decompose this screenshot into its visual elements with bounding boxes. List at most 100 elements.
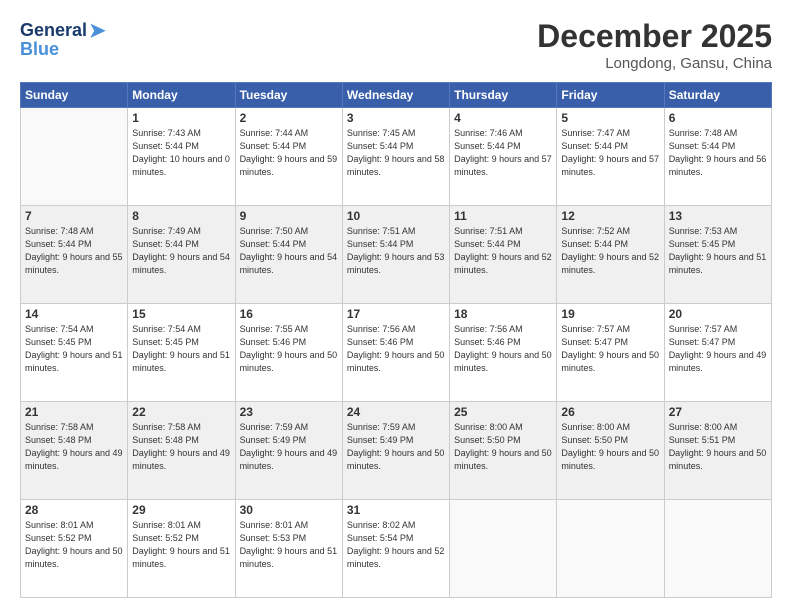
day-number: 5 [561,111,659,125]
table-cell: 25Sunrise: 8:00 AM Sunset: 5:50 PM Dayli… [450,402,557,500]
table-cell: 22 Sunrise: 7:58 AM Sunset: 5:48 PM Dayli… [128,402,235,500]
table-cell: 5 Sunrise: 7:47 AM Sunset: 5:44 PM Daylig… [557,108,664,206]
table-cell: 14 Sunrise: 7:54 AM Sunset: 5:45 PM Dayli… [21,304,128,402]
table-cell [450,500,557,598]
day-info: Sunrise: 8:00 AM Sunset: 5:51 PM Dayligh… [669,421,767,473]
day-info: Sunrise: 8:00 AM Sunset: 5:50 PM Dayligh… [561,421,659,473]
table-cell: 19 Sunrise: 7:57 AM Sunset: 5:47 PM Dayli… [557,304,664,402]
day-info: Sunrise: 7:58 AM Sunset: 5:48 PM Dayligh… [132,421,230,473]
day-number: 30 [240,503,338,517]
logo: General➤ Blue [20,18,106,60]
day-info: Sunrise: 7:50 AM Sunset: 5:44 PM Dayligh… [240,225,338,277]
day-number: 11 [454,209,552,223]
day-number: 6 [669,111,767,125]
day-info: Sunrise: 7:54 AM Sunset: 5:45 PM Dayligh… [25,323,123,375]
day-number: 1 [132,111,230,125]
title-block: December 2025 Longdong, Gansu, China [537,18,772,72]
table-cell: 2 Sunrise: 7:44 AM Sunset: 5:44 PM Daylig… [235,108,342,206]
col-monday: Monday [128,83,235,108]
calendar-header-row: Sunday Monday Tuesday Wednesday Thursday… [21,83,772,108]
day-number: 10 [347,209,445,223]
day-info: Sunrise: 7:59 AM Sunset: 5:49 PM Dayligh… [240,421,338,473]
table-cell: 29Sunrise: 8:01 AM Sunset: 5:52 PM Dayli… [128,500,235,598]
logo-bird-icon: ➤ [89,18,106,43]
table-cell: 1 Sunrise: 7:43 AM Sunset: 5:44 PM Daylig… [128,108,235,206]
logo-blue: Blue [20,39,59,60]
day-number: 21 [25,405,123,419]
day-info: Sunrise: 7:48 AM Sunset: 5:44 PM Dayligh… [25,225,123,277]
day-info: Sunrise: 7:54 AM Sunset: 5:45 PM Dayligh… [132,323,230,375]
day-number: 31 [347,503,445,517]
table-cell: 23 Sunrise: 7:59 AM Sunset: 5:49 PM Dayli… [235,402,342,500]
table-cell: 21 Sunrise: 7:58 AM Sunset: 5:48 PM Dayli… [21,402,128,500]
page: General➤ Blue December 2025 Longdong, Ga… [0,0,792,612]
day-info: Sunrise: 8:01 AM Sunset: 5:52 PM Dayligh… [25,519,123,571]
day-number: 14 [25,307,123,321]
day-number: 4 [454,111,552,125]
calendar-week-row: 28 Sunrise: 8:01 AM Sunset: 5:52 PM Dayli… [21,500,772,598]
day-number: 17 [347,307,445,321]
day-number: 27 [669,405,767,419]
table-cell: 12 Sunrise: 7:52 AM Sunset: 5:44 PM Dayli… [557,206,664,304]
calendar-week-row: 1 Sunrise: 7:43 AM Sunset: 5:44 PM Daylig… [21,108,772,206]
day-info: Sunrise: 7:48 AM Sunset: 5:44 PM Dayligh… [669,127,767,179]
day-info: Sunrise: 7:57 AM Sunset: 5:47 PM Dayligh… [561,323,659,375]
day-info: Sunrise: 7:59 AM Sunset: 5:49 PM Dayligh… [347,421,445,473]
table-cell: 6 Sunrise: 7:48 AM Sunset: 5:44 PM Daylig… [664,108,771,206]
table-cell: 27 Sunrise: 8:00 AM Sunset: 5:51 PM Dayli… [664,402,771,500]
day-info: Sunrise: 7:44 AM Sunset: 5:44 PM Dayligh… [240,127,338,179]
day-number: 8 [132,209,230,223]
table-cell [557,500,664,598]
day-number: 19 [561,307,659,321]
day-info: Sunrise: 7:51 AM Sunset: 5:44 PM Dayligh… [347,225,445,277]
day-number: 7 [25,209,123,223]
day-number: 25 [454,405,552,419]
table-cell: 26Sunrise: 8:00 AM Sunset: 5:50 PM Dayli… [557,402,664,500]
day-number: 12 [561,209,659,223]
day-number: 20 [669,307,767,321]
day-number: 18 [454,307,552,321]
day-number: 22 [132,405,230,419]
day-info: Sunrise: 8:01 AM Sunset: 5:52 PM Dayligh… [132,519,230,571]
calendar-week-row: 7 Sunrise: 7:48 AM Sunset: 5:44 PM Daylig… [21,206,772,304]
day-number: 28 [25,503,123,517]
day-info: Sunrise: 7:45 AM Sunset: 5:44 PM Dayligh… [347,127,445,179]
day-info: Sunrise: 8:02 AM Sunset: 5:54 PM Dayligh… [347,519,445,571]
day-info: Sunrise: 7:43 AM Sunset: 5:44 PM Dayligh… [132,127,230,179]
col-sunday: Sunday [21,83,128,108]
col-tuesday: Tuesday [235,83,342,108]
calendar-table: Sunday Monday Tuesday Wednesday Thursday… [20,82,772,598]
table-cell: 4 Sunrise: 7:46 AM Sunset: 5:44 PM Daylig… [450,108,557,206]
day-number: 23 [240,405,338,419]
table-cell: 28 Sunrise: 8:01 AM Sunset: 5:52 PM Dayli… [21,500,128,598]
day-info: Sunrise: 7:58 AM Sunset: 5:48 PM Dayligh… [25,421,123,473]
calendar-week-row: 14 Sunrise: 7:54 AM Sunset: 5:45 PM Dayli… [21,304,772,402]
table-cell: 31 Sunrise: 8:02 AM Sunset: 5:54 PM Dayli… [342,500,449,598]
day-number: 9 [240,209,338,223]
table-cell: 17Sunrise: 7:56 AM Sunset: 5:46 PM Dayli… [342,304,449,402]
day-info: Sunrise: 8:01 AM Sunset: 5:53 PM Dayligh… [240,519,338,571]
table-cell: 7 Sunrise: 7:48 AM Sunset: 5:44 PM Daylig… [21,206,128,304]
calendar-week-row: 21 Sunrise: 7:58 AM Sunset: 5:48 PM Dayli… [21,402,772,500]
day-number: 16 [240,307,338,321]
day-info: Sunrise: 7:46 AM Sunset: 5:44 PM Dayligh… [454,127,552,179]
table-cell: 30 Sunrise: 8:01 AM Sunset: 5:53 PM Dayli… [235,500,342,598]
day-info: Sunrise: 7:49 AM Sunset: 5:44 PM Dayligh… [132,225,230,277]
day-number: 15 [132,307,230,321]
day-info: Sunrise: 7:52 AM Sunset: 5:44 PM Dayligh… [561,225,659,277]
day-number: 3 [347,111,445,125]
day-number: 2 [240,111,338,125]
header: General➤ Blue December 2025 Longdong, Ga… [20,18,772,72]
table-cell: 8 Sunrise: 7:49 AM Sunset: 5:44 PM Daylig… [128,206,235,304]
table-cell: 13Sunrise: 7:53 AM Sunset: 5:45 PM Dayli… [664,206,771,304]
table-cell: 20Sunrise: 7:57 AM Sunset: 5:47 PM Dayli… [664,304,771,402]
day-info: Sunrise: 7:55 AM Sunset: 5:46 PM Dayligh… [240,323,338,375]
table-cell: 9 Sunrise: 7:50 AM Sunset: 5:44 PM Daylig… [235,206,342,304]
day-info: Sunrise: 7:47 AM Sunset: 5:44 PM Dayligh… [561,127,659,179]
month-title: December 2025 [537,18,772,55]
col-wednesday: Wednesday [342,83,449,108]
table-cell: 11Sunrise: 7:51 AM Sunset: 5:44 PM Dayli… [450,206,557,304]
table-cell: 16 Sunrise: 7:55 AM Sunset: 5:46 PM Dayli… [235,304,342,402]
day-info: Sunrise: 7:53 AM Sunset: 5:45 PM Dayligh… [669,225,767,277]
location: Longdong, Gansu, China [537,55,772,72]
